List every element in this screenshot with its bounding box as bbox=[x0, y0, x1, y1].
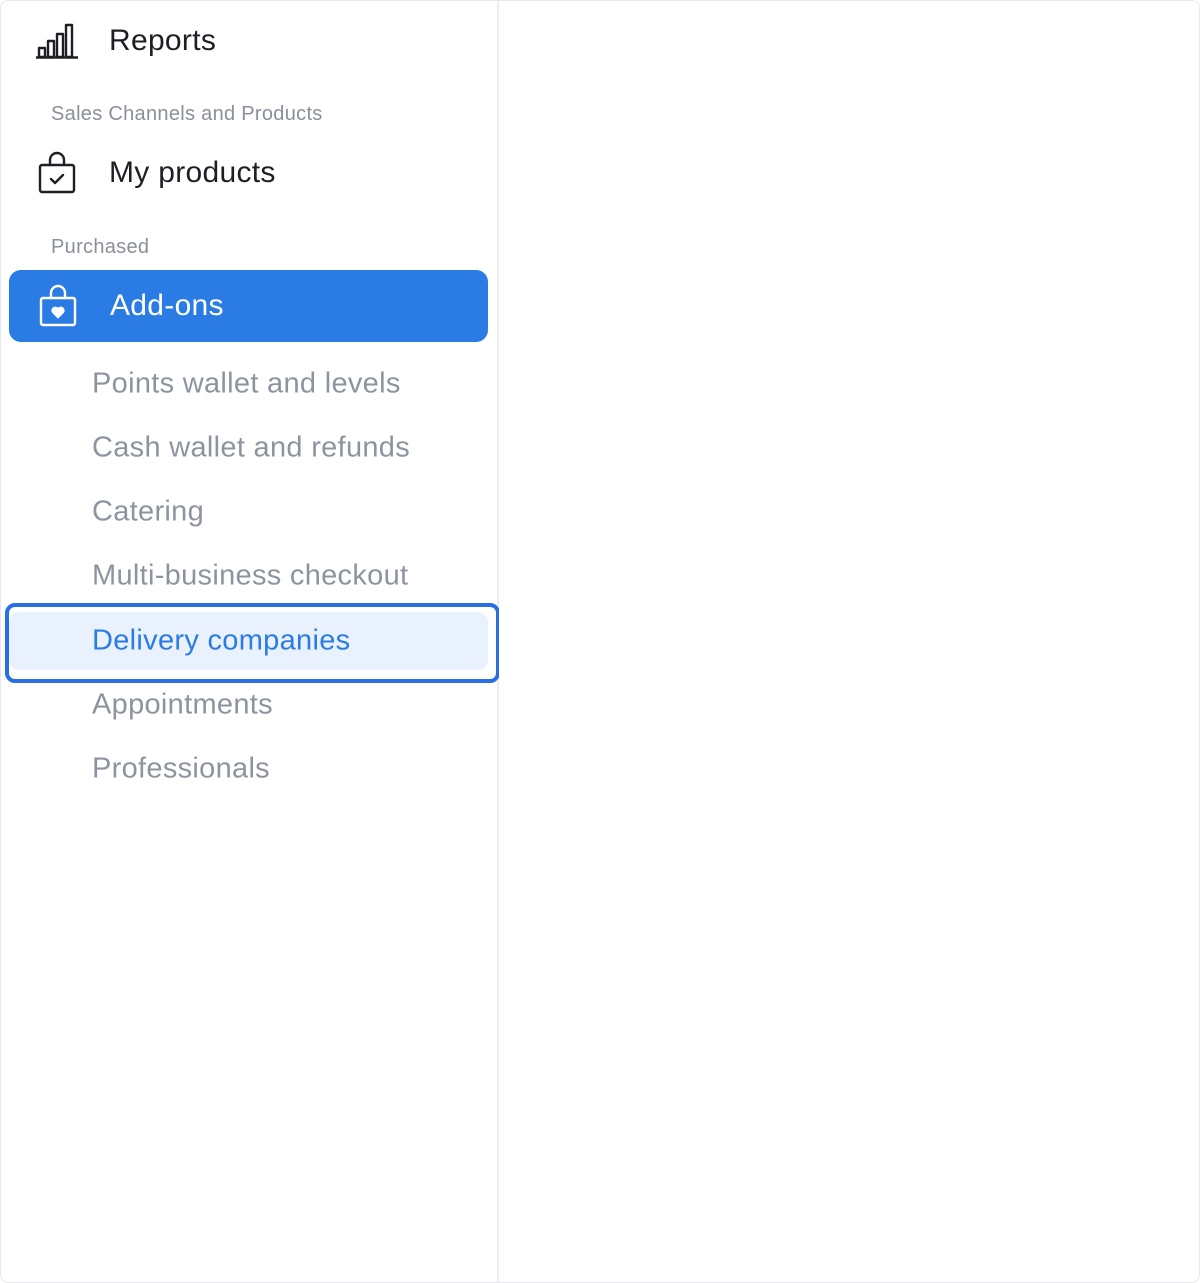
app-window: Reports Sales Channels and Products My p… bbox=[0, 0, 1200, 1283]
sub-item-catering[interactable]: Catering bbox=[9, 483, 488, 541]
sidebar-item-reports[interactable]: Reports bbox=[9, 5, 488, 77]
sub-item-label: Points wallet and levels bbox=[92, 367, 401, 400]
sidebar-item-label: Add-ons bbox=[110, 289, 224, 322]
sub-item-label: Delivery companies bbox=[92, 624, 351, 657]
sub-item-appointments[interactable]: Appointments bbox=[9, 676, 488, 734]
sub-item-multi-business-checkout[interactable]: Multi-business checkout bbox=[9, 547, 488, 605]
sub-item-delivery-companies[interactable]: Delivery companies bbox=[9, 612, 488, 670]
sidebar-item-add-ons[interactable]: Add-ons bbox=[9, 270, 488, 342]
sub-item-label: Catering bbox=[92, 495, 205, 528]
sub-item-label: Professionals bbox=[92, 752, 270, 785]
sub-item-label: Multi-business checkout bbox=[92, 559, 409, 592]
section-label-purchased: Purchased bbox=[51, 236, 150, 258]
sidebar-item-my-products[interactable]: My products bbox=[9, 137, 488, 209]
sidebar-item-label: My products bbox=[109, 156, 276, 189]
sub-item-label: Cash wallet and refunds bbox=[92, 431, 411, 464]
sub-item-points-wallet[interactable]: Points wallet and levels bbox=[9, 355, 488, 413]
sidebar-item-label: Reports bbox=[109, 24, 217, 57]
sub-item-label: Appointments bbox=[92, 688, 273, 721]
sidebar: Reports Sales Channels and Products My p… bbox=[1, 1, 500, 1282]
sub-item-cash-wallet[interactable]: Cash wallet and refunds bbox=[9, 419, 488, 477]
sub-item-professionals[interactable]: Professionals bbox=[9, 740, 488, 798]
section-label-sales-channels: Sales Channels and Products bbox=[51, 103, 323, 125]
shopping-bag-heart-icon bbox=[36, 284, 80, 328]
shopping-bag-check-icon bbox=[35, 151, 79, 195]
main-content bbox=[499, 1, 1199, 1282]
bar-chart-icon bbox=[35, 19, 79, 63]
